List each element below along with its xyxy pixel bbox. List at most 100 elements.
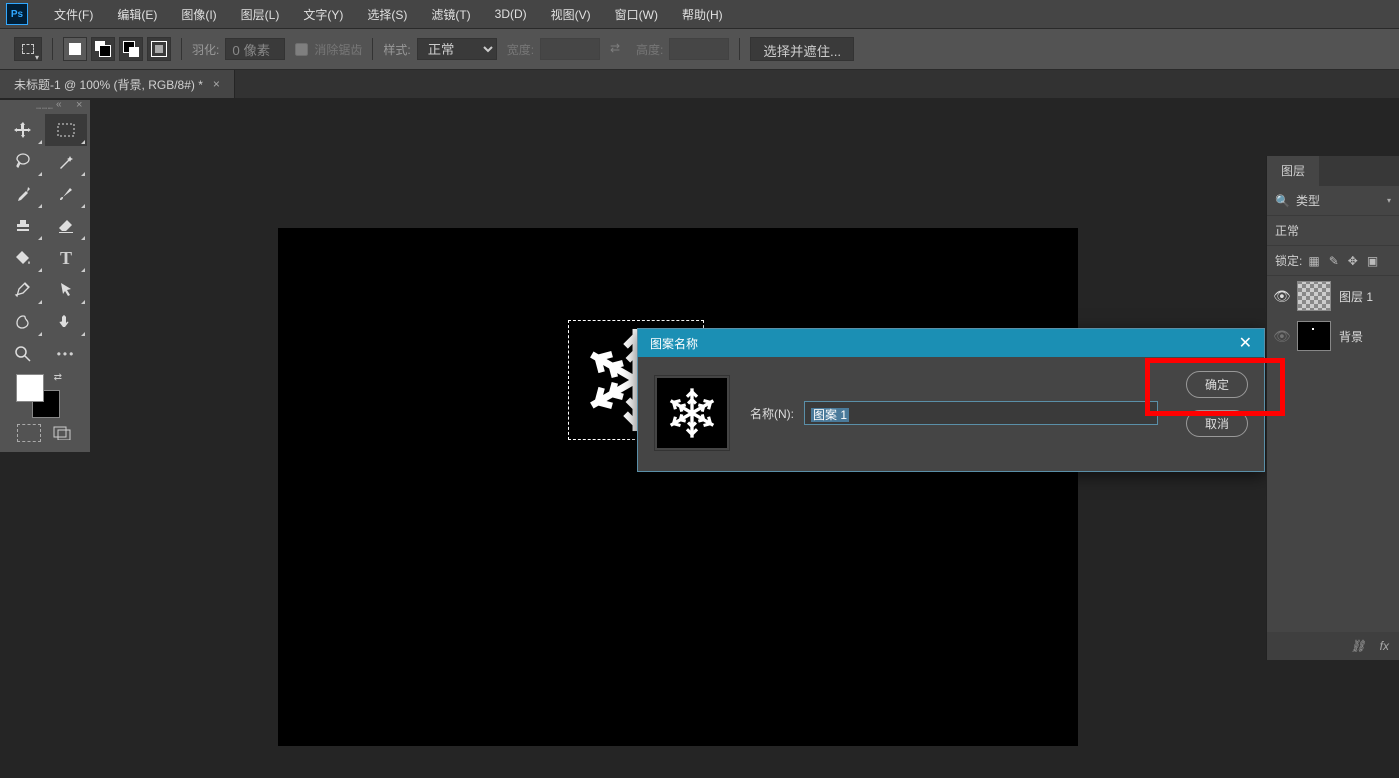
toolbox-header[interactable]: ┉┉┉ × <box>2 102 88 114</box>
feather-label: 羽化: <box>192 41 219 58</box>
pen-icon <box>14 281 32 299</box>
text-icon: T <box>60 248 72 269</box>
layer-filter[interactable]: 🔍 类型▾ <box>1275 192 1391 209</box>
toolbox: ┉┉┉ × T ••• <box>0 100 90 452</box>
document-tab[interactable]: 未标题-1 @ 100% (背景, RGB/8#) * × <box>0 70 235 98</box>
menu-edit[interactable]: 编辑(E) <box>105 0 169 28</box>
eraser-icon <box>57 217 75 235</box>
lasso-icon <box>14 153 32 171</box>
lock-artboard-icon[interactable]: ▣ <box>1367 254 1378 268</box>
width-input <box>540 38 600 60</box>
pen-tool[interactable] <box>2 274 44 306</box>
blend-mode-select[interactable]: 正常 <box>1275 222 1391 239</box>
visibility-icon[interactable]: 👁 <box>1273 328 1289 345</box>
layer-thumbnail[interactable] <box>1297 281 1331 311</box>
brush-tool[interactable] <box>45 178 87 210</box>
width-group: 宽度: <box>507 38 600 60</box>
hand-icon <box>57 313 75 331</box>
add-selection-mode[interactable] <box>91 37 115 61</box>
layer-item-background[interactable]: 👁 背景 <box>1267 316 1399 356</box>
layer-thumbnail[interactable] <box>1297 321 1331 351</box>
foreground-color-swatch[interactable] <box>16 374 44 402</box>
menu-type[interactable]: 文字(Y) <box>291 0 355 28</box>
filter-type-label: 类型 <box>1296 192 1320 209</box>
path-select-tool[interactable] <box>45 274 87 306</box>
marquee-tool[interactable] <box>45 114 87 146</box>
menu-3d[interactable]: 3D(D) <box>483 0 539 28</box>
close-icon[interactable]: ✕ <box>1239 333 1252 353</box>
lock-transparency-icon[interactable]: ▦ <box>1308 254 1319 268</box>
menu-filter[interactable]: 滤镜(T) <box>419 0 482 28</box>
more-tools[interactable]: ••• <box>45 338 87 370</box>
width-label: 宽度: <box>507 41 534 58</box>
cancel-button[interactable]: 取消 <box>1186 410 1248 437</box>
visibility-icon[interactable]: 👁 <box>1273 288 1289 305</box>
lock-row: 锁定: ▦ ✎ ✥ ▣ <box>1267 246 1399 276</box>
menu-layer[interactable]: 图层(L) <box>229 0 292 28</box>
eyedropper-tool[interactable] <box>2 178 44 210</box>
ps-logo-icon: Ps <box>6 3 28 25</box>
magic-wand-tool[interactable] <box>45 146 87 178</box>
options-bar: 羽化: 消除锯齿 样式: 正常 宽度: ⇄ 高度: 选择并遮住... <box>0 28 1399 70</box>
dialog-titlebar[interactable]: 图案名称 ✕ <box>638 329 1264 357</box>
pattern-preview-wrap <box>654 375 730 451</box>
layers-panel: 图层 🔍 类型▾ 正常 锁定: ▦ ✎ ✥ ▣ <box>1266 156 1399 660</box>
lasso-tool[interactable] <box>2 146 44 178</box>
style-select[interactable]: 正常 <box>417 38 497 60</box>
menubar: Ps 文件(F) 编辑(E) 图像(I) 图层(L) 文字(Y) 选择(S) 滤… <box>0 0 1399 28</box>
subtract-selection-mode[interactable] <box>119 37 143 61</box>
menu-window[interactable]: 窗口(W) <box>603 0 670 28</box>
stamp-tool[interactable] <box>2 210 44 242</box>
layers-tab[interactable]: 图层 <box>1267 156 1319 186</box>
hand-tool[interactable] <box>45 306 87 338</box>
layers-panel-footer: ⛓ fx <box>1267 632 1399 660</box>
zoom-tool[interactable] <box>2 338 44 370</box>
feather-input[interactable] <box>225 38 285 60</box>
link-layers-icon[interactable]: ⛓ <box>1350 639 1365 653</box>
menu-select[interactable]: 选择(S) <box>355 0 419 28</box>
document-tab-bar: 未标题-1 @ 100% (背景, RGB/8#) * × <box>0 70 1399 98</box>
menu-file[interactable]: 文件(F) <box>42 0 105 28</box>
drag-handle-icon[interactable]: ┉┉┉ <box>36 104 53 113</box>
dialog-body: 名称(N): 图案 1 确定 取消 <box>638 357 1264 471</box>
app-root: Ps 文件(F) 编辑(E) 图像(I) 图层(L) 文字(Y) 选择(S) 滤… <box>0 0 1399 778</box>
name-field-group: 名称(N): 图案 1 <box>750 401 1158 425</box>
quick-mask-button[interactable] <box>17 424 41 442</box>
layer-fx-icon[interactable]: fx <box>1380 639 1389 653</box>
close-icon[interactable]: × <box>213 77 220 91</box>
ok-button[interactable]: 确定 <box>1186 371 1248 398</box>
pattern-name-dialog: 图案名称 ✕ 名称(N): 图案 1 确定 取消 <box>637 328 1265 472</box>
bucket-icon <box>14 249 32 267</box>
canvas[interactable] <box>278 228 1078 746</box>
layer-item-1[interactable]: 👁 图层 1 <box>1267 276 1399 316</box>
shape-tool[interactable] <box>2 306 44 338</box>
lock-paint-icon[interactable]: ✎ <box>1329 254 1339 268</box>
menu-view[interactable]: 视图(V) <box>539 0 603 28</box>
lock-position-icon[interactable]: ✥ <box>1348 254 1358 268</box>
tool-preset-picker[interactable] <box>14 37 42 61</box>
antialias-label: 消除锯齿 <box>314 41 362 58</box>
close-icon[interactable]: × <box>76 99 82 111</box>
swap-colors-icon[interactable]: ⇄ <box>54 372 62 383</box>
menu-image[interactable]: 图像(I) <box>169 0 228 28</box>
new-selection-mode[interactable] <box>63 37 87 61</box>
gradient-tool[interactable] <box>2 242 44 274</box>
swap-wh-icon: ⇄ <box>610 41 626 57</box>
text-tool[interactable]: T <box>45 242 87 274</box>
intersect-selection-mode[interactable] <box>147 37 171 61</box>
layer-name[interactable]: 背景 <box>1339 328 1363 345</box>
screen-mode-button[interactable] <box>51 424 73 442</box>
menu-help[interactable]: 帮助(H) <box>670 0 735 28</box>
move-tool[interactable] <box>2 114 44 146</box>
more-icon: ••• <box>57 347 76 361</box>
eraser-tool[interactable] <box>45 210 87 242</box>
layer-name[interactable]: 图层 1 <box>1339 288 1373 305</box>
color-swatches[interactable]: ⇄ <box>16 374 60 418</box>
pattern-preview <box>657 378 727 448</box>
pattern-name-input[interactable]: 图案 1 <box>804 401 1158 425</box>
stamp-icon <box>14 217 32 235</box>
refine-edge-button[interactable]: 选择并遮住... <box>750 37 854 61</box>
dialog-buttons: 确定 取消 <box>1186 371 1248 437</box>
workspace: 未标题-1 @ 100% (背景, RGB/8#) * × ┉┉┉ × T <box>0 70 1399 778</box>
move-icon <box>14 121 32 139</box>
